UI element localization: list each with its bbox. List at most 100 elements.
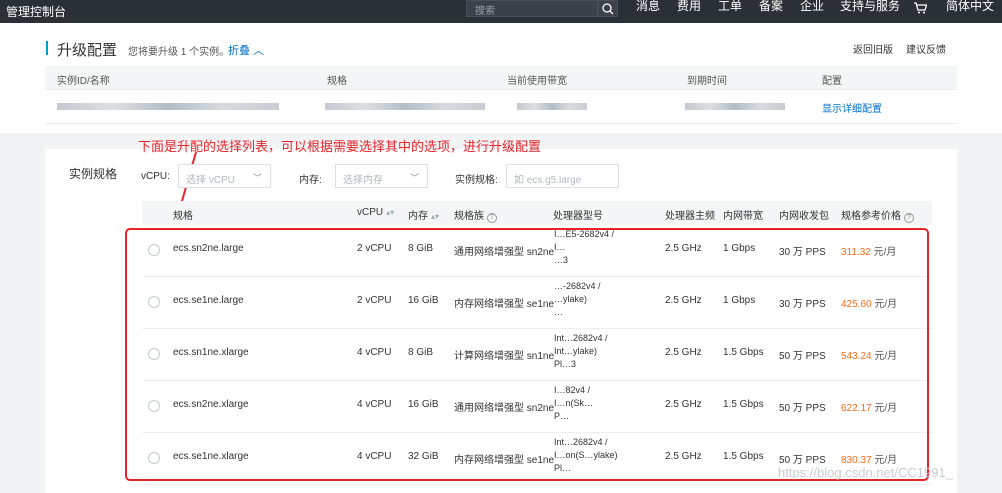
cell-freq: 2.5 GHz (665, 347, 702, 358)
chevron-down-icon: ﹀ (252, 173, 262, 183)
row-radio[interactable] (148, 296, 160, 308)
cpu-line: …ylake) (554, 294, 588, 304)
price-unit: 元/月 (874, 351, 898, 362)
row-radio[interactable] (148, 452, 160, 464)
row-radio[interactable] (148, 348, 160, 360)
search-button[interactable] (598, 0, 618, 17)
chevron-up-icon: ︿ (253, 45, 265, 57)
cell-pps: 50 万 PPS (779, 455, 826, 466)
cell-bandwidth: 1 Gbps (723, 243, 756, 254)
cell-spec: ecs.sn1ne.xlarge (173, 347, 249, 358)
col-bandwidth: 当前使用带宽 (507, 76, 567, 87)
table-row[interactable]: ecs.sn2ne.large 2 vCPU 8 GiB 通用网络增强型 sn2… (142, 225, 932, 277)
table-row[interactable]: ecs.sn1ne.xlarge 4 vCPU 8 GiB 计算网络增强型 sn… (142, 329, 932, 381)
cell-bandwidth: 1.5 Gbps (723, 399, 764, 410)
cell-price: 622.17 元/月 (841, 399, 897, 414)
cpu-line: I… (554, 242, 566, 252)
title-accent-bar (46, 41, 48, 55)
nav-billing[interactable]: 费用 (677, 0, 701, 23)
th-memory[interactable]: 内存 ▴▾ (408, 207, 439, 222)
search-placeholder: 搜索 (475, 6, 495, 17)
collapse-label: 折叠 (228, 45, 250, 57)
cell-cpu-model: I…E5-2682v4 / I… …3 (554, 228, 658, 267)
cell-freq: 2.5 GHz (665, 295, 702, 306)
nav-tickets[interactable]: 工单 (718, 0, 742, 23)
cell-family: 内存网络增强型 se1ne (454, 299, 555, 310)
price-value: 622.17 (841, 403, 872, 414)
cpu-line: P… (554, 411, 570, 421)
nav-support[interactable]: 支持与服务 (840, 0, 900, 23)
help-icon[interactable]: ? (904, 213, 914, 223)
cell-bandwidth: 1.5 Gbps (723, 451, 764, 462)
th-bandwidth: 内网带宽 (723, 211, 763, 222)
console-brand[interactable]: 管理控制台 (6, 3, 66, 20)
cell-vcpu: 4 vCPU (357, 451, 392, 462)
cell-cpu-model: …-2682v4 /…ylake)… (554, 280, 658, 319)
cell-spec: ecs.sn2ne.xlarge (173, 399, 249, 410)
th-spec: 规格 (173, 211, 193, 222)
back-to-old-version-link[interactable]: 返回旧版 (853, 41, 893, 56)
th-vcpu-label: vCPU (357, 207, 384, 218)
cpu-line: Int…2682v4 / (554, 333, 608, 343)
price-unit: 元/月 (874, 403, 898, 414)
cpu-line: …-2682v4 / (554, 281, 601, 291)
instance-table-header: 实例ID/名称 规格 当前使用带宽 到期时间 配置 (45, 66, 957, 90)
table-row[interactable]: ecs.sn2ne.xlarge 4 vCPU 16 GiB 通用网络增强型 s… (142, 381, 932, 433)
th-price-label: 规格参考价格 (841, 211, 901, 222)
vcpu-select[interactable]: 选择 vCPU ﹀ (178, 164, 271, 188)
chevron-down-icon: ﹀ (409, 173, 419, 183)
cell-vcpu: 2 vCPU (357, 295, 392, 306)
cell-spec: ecs.se1ne.large (173, 295, 244, 306)
redacted-expiry (685, 103, 785, 110)
th-vcpu[interactable]: vCPU ▴▾ (357, 207, 394, 218)
cart-icon[interactable] (913, 2, 928, 25)
cell-vcpu: 4 vCPU (357, 399, 392, 410)
th-family-label: 规格族 (454, 211, 484, 222)
help-icon[interactable]: ? (487, 213, 497, 223)
price-value: 543.24 (841, 351, 872, 362)
nav-language[interactable]: 简体中文 (946, 0, 994, 23)
nav-messages[interactable]: 消息 (636, 0, 660, 23)
cell-price: 543.24 元/月 (841, 347, 897, 362)
cpu-line: Pl…3 (554, 359, 577, 369)
cpu-line: Pl… (554, 463, 572, 473)
redacted-bandwidth (517, 103, 587, 110)
cell-family: 计算网络增强型 sn1ne (454, 351, 555, 362)
sort-icon: ▴▾ (386, 208, 395, 217)
vcpu-filter-label: vCPU: (141, 171, 170, 182)
col-spec: 规格 (327, 76, 347, 87)
spec-table-header: 规格 vCPU ▴▾ 内存 ▴▾ 规格族? 处理器型号 处理器主频 内网带宽 内网收… (142, 201, 932, 225)
feedback-link[interactable]: 建议反馈 (906, 41, 946, 56)
col-config: 配置 (822, 76, 842, 87)
nav-enterprise[interactable]: 企业 (800, 0, 824, 23)
row-radio[interactable] (148, 400, 160, 412)
th-family: 规格族? (454, 207, 497, 223)
cell-bandwidth: 1 Gbps (723, 295, 756, 306)
cell-family: 内存网络增强型 se1ne (454, 455, 555, 466)
collapse-toggle[interactable]: 折叠 ︿ (228, 42, 264, 58)
price-unit: 元/月 (873, 247, 897, 258)
cell-spec: ecs.se1ne.xlarge (173, 451, 249, 462)
th-pps: 内网收发包 (779, 211, 829, 222)
cell-pps: 50 万 PPS (779, 403, 826, 414)
cpu-line: Int…2682v4 / (554, 437, 608, 447)
cpu-line: …3 (554, 255, 569, 265)
search-icon (602, 3, 614, 15)
table-row[interactable]: ecs.se1ne.large 2 vCPU 16 GiB 内存网络增强型 se… (142, 277, 932, 329)
cell-memory: 16 GiB (408, 295, 439, 306)
col-expiry: 到期时间 (687, 76, 727, 87)
search-input[interactable]: 搜索 (466, 0, 598, 17)
show-detail-config-link[interactable]: 显示详细配置 (822, 100, 882, 115)
memory-select[interactable]: 选择内存 ﹀ (335, 164, 428, 188)
spec-search-input[interactable]: 如 ecs.g5.large (506, 164, 619, 188)
vcpu-placeholder: 选择 vCPU (186, 175, 235, 186)
row-radio[interactable] (148, 244, 160, 256)
watermark-text: https://blog.csdn.net/CC1991_ (778, 465, 953, 480)
cell-spec: ecs.sn2ne.large (173, 243, 244, 254)
cell-price: 425.60 元/月 (841, 295, 897, 310)
sort-icon: ▴▾ (431, 212, 440, 221)
cpu-line: I…E5-2682v4 / (554, 229, 615, 239)
spec-search-placeholder: 如 ecs.g5.large (514, 175, 582, 186)
cell-vcpu: 4 vCPU (357, 347, 392, 358)
nav-icp[interactable]: 备案 (759, 0, 783, 23)
